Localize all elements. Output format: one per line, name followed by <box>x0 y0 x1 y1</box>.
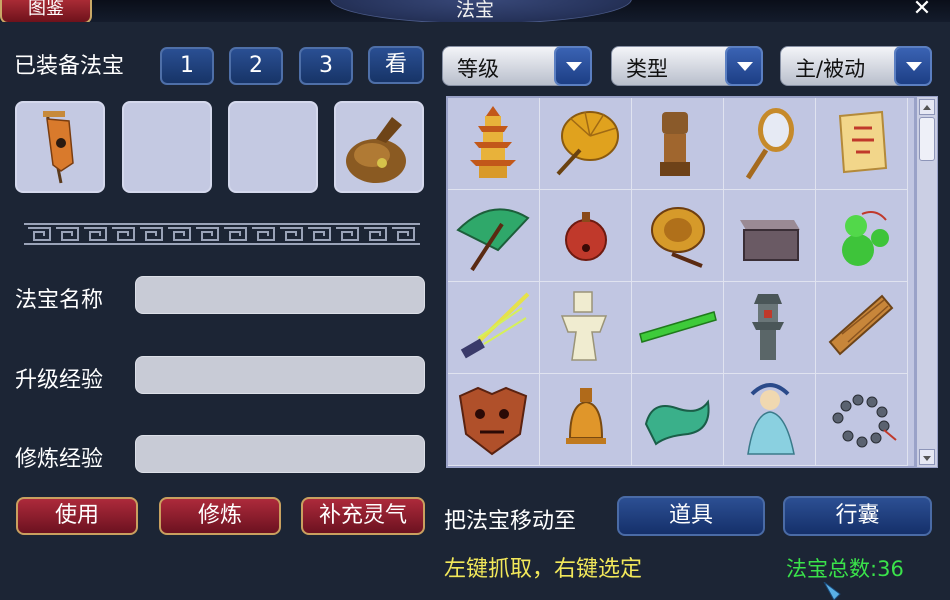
equipped-label: 已装备法宝 <box>14 54 125 79</box>
grid-cell[interactable] <box>632 98 724 190</box>
grid-cell[interactable] <box>816 190 908 282</box>
grid-cell[interactable] <box>816 374 908 466</box>
scroll-talisman-icon <box>838 110 888 174</box>
grid-cell[interactable] <box>632 374 724 466</box>
banner-flag-icon <box>43 111 74 184</box>
cultivate-exp-field <box>135 435 425 473</box>
goddess-figure-icon <box>747 383 795 455</box>
type-filter[interactable]: 类型 <box>611 46 763 86</box>
thunder-sword-icon <box>460 292 530 359</box>
grid-cell[interactable] <box>540 98 632 190</box>
grid-cell[interactable] <box>540 190 632 282</box>
equip-slot-1[interactable] <box>15 101 105 193</box>
active-passive-filter-label: 主/被动 <box>795 57 866 81</box>
grid-cell[interactable] <box>632 282 724 374</box>
chevron-down-icon[interactable] <box>725 46 763 86</box>
equip-slot-2[interactable] <box>122 101 212 193</box>
golden-drum-icon <box>651 207 705 268</box>
move-to-bag-button[interactable]: 行囊 <box>783 496 932 536</box>
tujian-tab[interactable]: 图鉴 <box>0 0 92 24</box>
use-button[interactable]: 使用 <box>16 497 138 535</box>
set-3-button[interactable]: 3 <box>299 47 353 85</box>
equip-slot-3[interactable] <box>228 101 318 193</box>
grid-cell[interactable] <box>448 282 540 374</box>
move-to-label: 把法宝移动至 <box>444 509 577 534</box>
palm-leaf-fan-icon <box>556 111 619 176</box>
name-label: 法宝名称 <box>15 288 104 313</box>
treasure-box-icon <box>740 220 800 261</box>
view-button[interactable]: 看 <box>368 46 424 84</box>
grid-cell[interactable] <box>448 98 540 190</box>
demon-mask-icon <box>458 386 528 456</box>
grid-cell[interactable] <box>540 374 632 466</box>
chevron-down-icon[interactable] <box>554 46 592 86</box>
treasure-grid[interactable] <box>446 96 916 468</box>
grid-cell[interactable] <box>724 98 816 190</box>
grid-scrollbar[interactable] <box>916 96 938 468</box>
jade-ruler-icon <box>639 311 717 343</box>
close-icon[interactable]: ✕ <box>908 0 936 20</box>
bamboo-scroll-icon <box>828 294 894 356</box>
prayer-beads-icon <box>832 394 897 448</box>
level-filter[interactable]: 等级 <box>442 46 592 86</box>
paper-doll-icon <box>560 291 608 361</box>
grid-cell[interactable] <box>632 190 724 282</box>
cloth-pouch-icon <box>346 117 406 183</box>
cultivate-button[interactable]: 修炼 <box>159 497 281 535</box>
type-filter-label: 类型 <box>626 57 668 81</box>
red-bell-icon <box>565 212 607 261</box>
equip-slot-4[interactable] <box>334 101 424 193</box>
cultivate-exp-label: 修炼经验 <box>15 447 104 472</box>
pagoda-icon <box>470 106 516 178</box>
window-title: 法宝 <box>455 0 494 21</box>
total-value: 36 <box>877 557 904 581</box>
hand-mirror-icon <box>745 108 794 180</box>
decorative-border <box>24 223 420 245</box>
set-2-button[interactable]: 2 <box>229 47 283 85</box>
cursor-icon <box>823 582 841 600</box>
upgrade-exp-field <box>135 356 425 394</box>
chevron-down-icon[interactable] <box>894 46 932 86</box>
jade-dragon-icon <box>644 399 710 446</box>
grid-cell[interactable] <box>540 282 632 374</box>
grid-cell[interactable] <box>724 374 816 466</box>
stone-lantern-icon <box>752 294 784 360</box>
grid-cell[interactable] <box>816 98 908 190</box>
total-count: 法宝总数:36 <box>786 553 904 583</box>
bronze-bell-icon <box>566 388 606 444</box>
active-passive-filter[interactable]: 主/被动 <box>780 46 932 86</box>
total-label: 法宝总数: <box>786 557 878 581</box>
scroll-thumb[interactable] <box>919 117 935 161</box>
grid-cell[interactable] <box>448 190 540 282</box>
scroll-down-arrow[interactable] <box>919 449 935 465</box>
grid-cell[interactable] <box>724 282 816 374</box>
scroll-up-arrow[interactable] <box>919 99 935 115</box>
move-to-items-button[interactable]: 道具 <box>617 496 765 536</box>
hint-text: 左键抓取，右键选定 <box>444 557 643 582</box>
name-field <box>135 276 425 314</box>
green-gourd-icon <box>842 211 889 266</box>
grid-cell[interactable] <box>724 190 816 282</box>
grid-cell[interactable] <box>816 282 908 374</box>
grid-cell[interactable] <box>448 374 540 466</box>
upgrade-exp-label: 升级经验 <box>15 368 104 393</box>
level-filter-label: 等级 <box>457 57 499 81</box>
replenish-button[interactable]: 补充灵气 <box>301 497 425 535</box>
seal-stamp-icon <box>660 112 690 176</box>
set-1-button[interactable]: 1 <box>160 47 214 85</box>
umbrella-icon <box>456 208 530 272</box>
